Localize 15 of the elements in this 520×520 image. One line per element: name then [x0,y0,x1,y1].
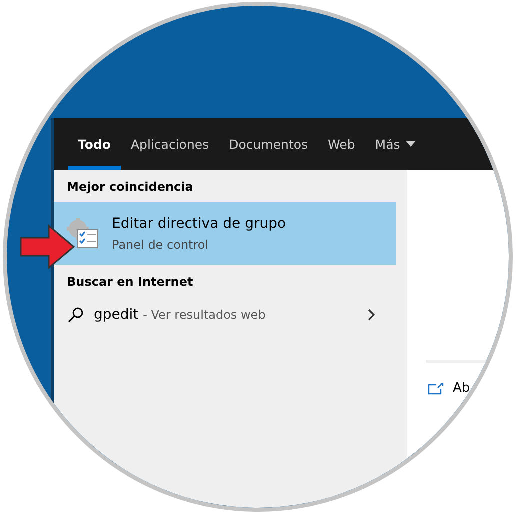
caret-icon [406,141,416,147]
tab[interactable]: Documentos [219,118,318,170]
result-item[interactable]: Editar directiva de grupo Panel de control [54,202,396,265]
tab[interactable]: Web [318,118,366,170]
web-search-result[interactable]: gpedit - Ver resultados web [94,307,358,323]
section-heading: Mejor coincidencia [66,179,194,196]
open-icon [428,382,444,394]
policy-icon [66,218,100,250]
tab[interactable]: Más [365,118,426,170]
tab[interactable]: Aplicaciones [121,118,220,170]
section-heading: Buscar en Internet [66,274,194,291]
arrow-drawing [20,224,76,270]
action-label[interactable]: Ab [453,381,470,396]
chevron-icon[interactable] [368,309,376,321]
search-icon [68,307,84,323]
